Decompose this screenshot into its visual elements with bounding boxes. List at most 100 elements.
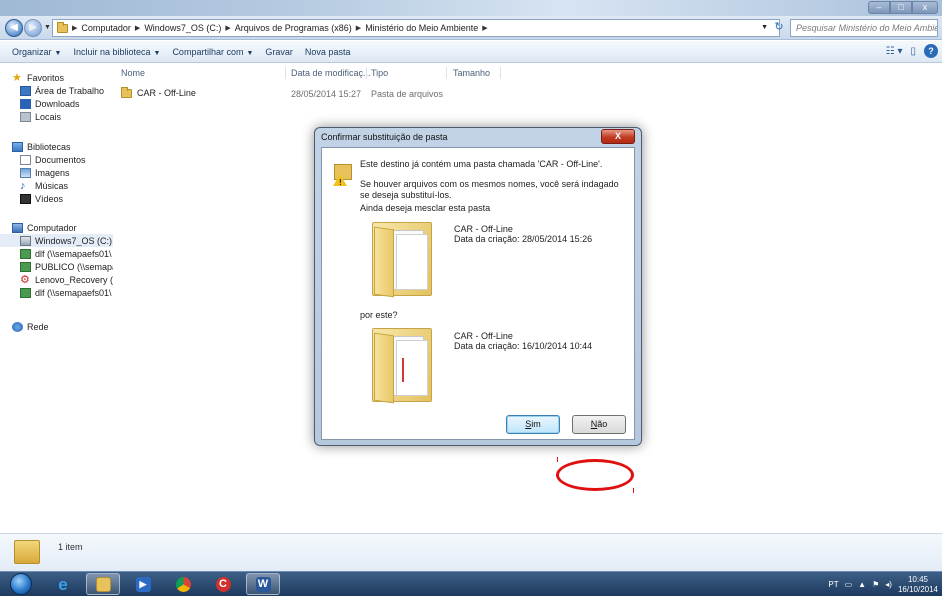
navigation-pane: ★ Favoritos Área de Trabalho Downloads L…: [0, 63, 113, 533]
taskbar-chrome[interactable]: [166, 573, 200, 595]
column-header-type[interactable]: Tipo: [371, 68, 388, 78]
yes-button[interactable]: Sim: [506, 415, 560, 434]
sidebar-item-favorites[interactable]: ★ Favoritos: [0, 71, 104, 84]
table-row[interactable]: CAR - Off-Line 28/05/2014 15:27 Pasta de…: [121, 86, 521, 101]
help-icon[interactable]: ?: [924, 44, 938, 58]
network-drive-icon: [20, 261, 31, 272]
sidebar-item-desktop[interactable]: Área de Trabalho: [0, 84, 104, 97]
breadcrumb-computer[interactable]: Computador: [81, 23, 131, 33]
breadcrumb-separator[interactable]: ▶: [135, 24, 140, 32]
column-divider[interactable]: [500, 67, 501, 79]
breadcrumb-separator[interactable]: ▶: [225, 24, 230, 32]
sidebar-item-documents[interactable]: Documentos: [0, 153, 86, 166]
sidebar-item-label: dlf (\\semapaefs01\: [35, 287, 112, 298]
breadcrumb-drive[interactable]: Windows7_OS (C:): [144, 23, 221, 33]
sidebar-item-network-drive-dlf[interactable]: dlf (\\semapaefs01\: [0, 247, 113, 260]
breadcrumb-separator[interactable]: ▶: [356, 24, 361, 32]
column-header-size[interactable]: Tamanho: [453, 68, 490, 78]
language-indicator[interactable]: PT: [828, 580, 838, 589]
sidebar-item-network-drive-publico[interactable]: PUBLICO (\\semapa: [0, 260, 113, 273]
column-divider[interactable]: [366, 67, 367, 79]
taskbar: e ▶ C W PT ▭ ▲ ⚑ ◂) 10:45 16/10/2014: [0, 571, 942, 596]
taskbar-word[interactable]: W: [246, 573, 280, 595]
star-icon: ★: [12, 71, 22, 84]
organize-menu[interactable]: Organizar ▼: [6, 47, 67, 57]
taskbar-media-player[interactable]: ▶: [126, 573, 160, 595]
sidebar-item-label: Downloads: [35, 98, 80, 109]
minimize-button[interactable]: –: [868, 1, 890, 14]
refresh-icon[interactable]: ↻: [770, 20, 788, 36]
sidebar-item-label: Bibliotecas: [27, 141, 71, 152]
sidebar-item-network-drive-dlf-2[interactable]: dlf (\\semapaefs01\: [0, 286, 113, 299]
no-button[interactable]: Não: [572, 415, 626, 434]
confirm-folder-replace-dialog: Confirmar substituição de pasta X ! Este…: [314, 127, 642, 446]
share-menu[interactable]: Compartilhar com ▼: [166, 47, 259, 57]
sidebar-item-network[interactable]: Rede: [0, 320, 49, 333]
back-button[interactable]: ◀: [5, 19, 23, 37]
maximize-button[interactable]: □: [890, 1, 912, 14]
sidebar-item-videos[interactable]: Vídeos: [0, 192, 86, 205]
clock[interactable]: 10:45 16/10/2014: [898, 575, 938, 595]
preview-pane-icon[interactable]: ▯: [910, 46, 916, 57]
column-header-date[interactable]: Data de modificaç...: [291, 68, 371, 78]
documents-icon: [20, 154, 31, 165]
breadcrumb-separator[interactable]: ▶: [482, 24, 487, 32]
breadcrumb-ministerio[interactable]: Ministério do Meio Ambiente: [365, 23, 478, 33]
burn-button[interactable]: Gravar: [259, 47, 299, 57]
document-page: [396, 340, 428, 396]
view-options-icon[interactable]: ☷ ▾: [886, 46, 903, 57]
breadcrumb-separator[interactable]: ▶: [72, 24, 77, 32]
existing-folder-thumbnail[interactable]: [372, 222, 436, 298]
show-hidden-icons-icon[interactable]: ▲: [858, 580, 866, 589]
sidebar-item-downloads[interactable]: Downloads: [0, 97, 104, 110]
folder-front: [374, 226, 394, 298]
sidebar-item-windows-drive[interactable]: Windows7_OS (C:): [0, 234, 113, 247]
places-icon: [20, 111, 31, 122]
include-library-menu[interactable]: Incluir na biblioteca ▼: [67, 47, 166, 57]
address-dropdown[interactable]: ▼: [761, 24, 768, 31]
start-button[interactable]: [10, 573, 32, 595]
cleaner-icon: C: [215, 576, 231, 592]
folder-icon: [14, 540, 40, 564]
keyboard-icon[interactable]: ▭: [845, 580, 853, 589]
chrome-icon: [175, 576, 191, 592]
sidebar-item-images[interactable]: Imagens: [0, 166, 86, 179]
internet-explorer-icon: e: [58, 574, 68, 594]
column-divider[interactable]: [285, 67, 286, 79]
play-icon: ▶: [135, 576, 151, 592]
pdf-mark-icon: [402, 358, 412, 382]
taskbar-internet-explorer[interactable]: e: [46, 573, 80, 595]
incoming-folder-thumbnail[interactable]: [372, 328, 436, 404]
yes-label: im: [531, 419, 541, 429]
action-center-icon[interactable]: ⚑: [872, 580, 879, 589]
folder-icon: [121, 86, 132, 98]
dialog-title: Confirmar substituição de pasta: [321, 132, 448, 142]
breadcrumb-program-files[interactable]: Arquivos de Programas (x86): [235, 23, 352, 33]
sidebar-item-lenovo-recovery[interactable]: ⚙ Lenovo_Recovery (C: [0, 273, 113, 286]
by-this-label: por este?: [360, 310, 398, 320]
recovery-drive-icon: ⚙: [20, 273, 30, 286]
dialog-close-button[interactable]: X: [601, 129, 635, 144]
downloads-icon: [20, 98, 31, 109]
sidebar-item-music[interactable]: ♪ Músicas: [0, 179, 86, 192]
sidebar-item-places[interactable]: Locais: [0, 110, 104, 123]
recent-pages-dropdown[interactable]: ▼: [44, 24, 51, 31]
close-button[interactable]: x: [912, 1, 938, 14]
address-bar[interactable]: ▶ Computador ▶ Windows7_OS (C:) ▶ Arquiv…: [52, 19, 780, 37]
address-row: ◀ ▶ ▼ ▶ Computador ▶ Windows7_OS (C:) ▶ …: [0, 16, 942, 40]
sidebar-item-libraries[interactable]: Bibliotecas: [0, 140, 86, 153]
annotation-ellipse: [556, 459, 634, 491]
libraries-group: Bibliotecas Documentos Imagens ♪ Músicas…: [0, 140, 86, 205]
sidebar-item-computer[interactable]: Computador: [0, 221, 113, 234]
column-divider[interactable]: [446, 67, 447, 79]
column-header-name[interactable]: Nome: [121, 68, 145, 78]
volume-icon[interactable]: ◂): [885, 580, 892, 589]
taskbar-windows-explorer[interactable]: [86, 573, 120, 595]
organize-label: Organizar: [12, 46, 52, 57]
desktop-icon: [20, 85, 31, 96]
search-input[interactable]: Pesquisar Ministério do Meio Ambiente: [790, 19, 938, 37]
forward-button[interactable]: ▶: [24, 19, 42, 37]
taskbar-cleaner[interactable]: C: [206, 573, 240, 595]
new-folder-button[interactable]: Nova pasta: [299, 47, 357, 57]
sidebar-item-label: Lenovo_Recovery (C: [35, 274, 113, 285]
